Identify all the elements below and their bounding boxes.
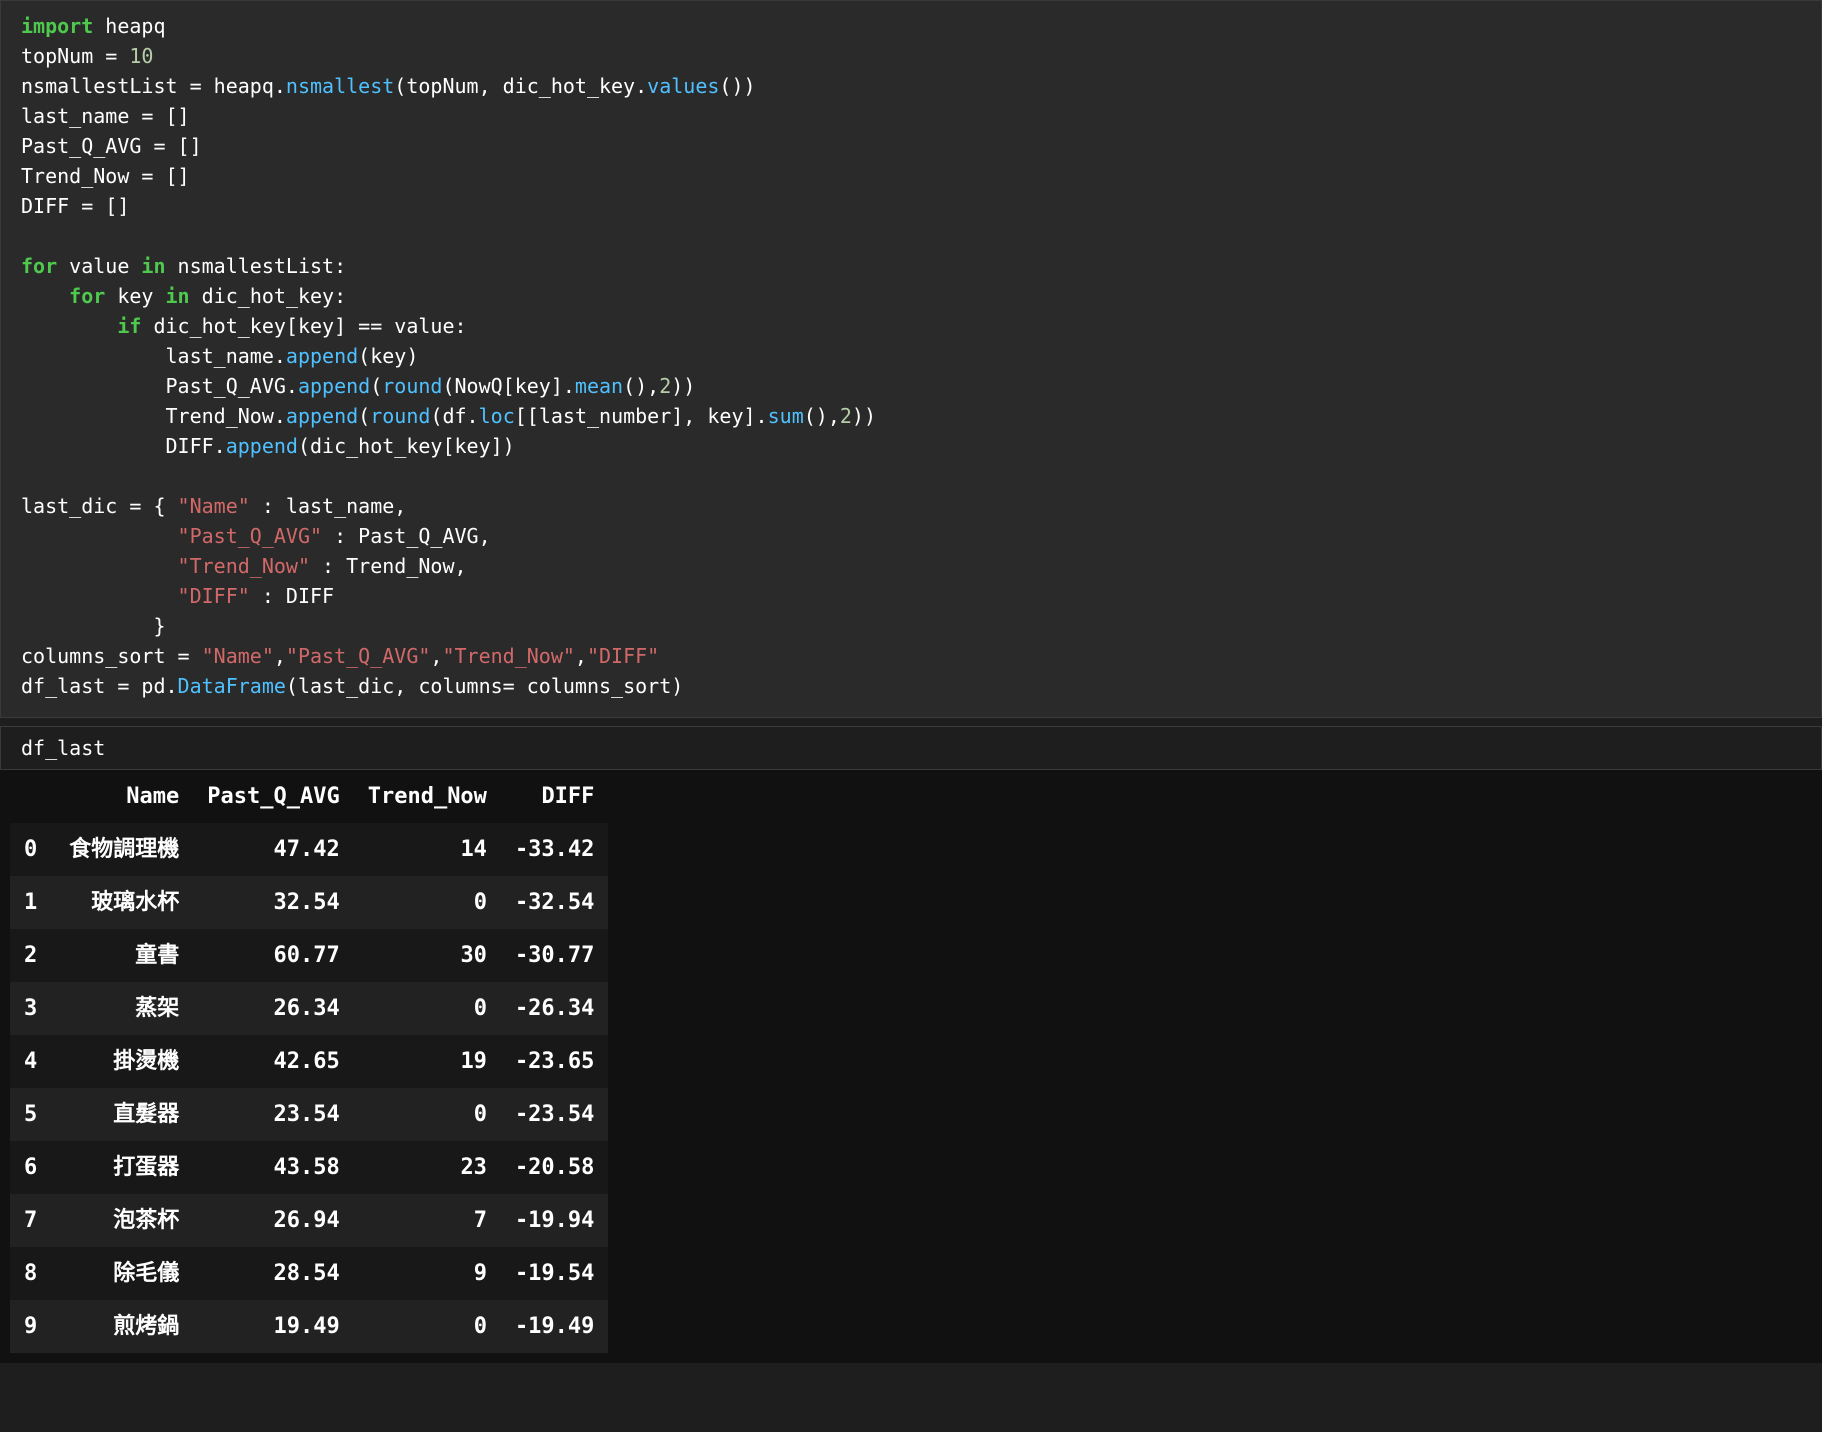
cell-pastqavg: 47.42	[193, 823, 353, 876]
cell-pastqavg: 26.94	[193, 1194, 353, 1247]
keyword-for: for	[21, 254, 57, 278]
cell-diff: -19.49	[501, 1300, 608, 1353]
cell-trendnow: 7	[354, 1194, 501, 1247]
table-row: 0食物調理機47.4214-33.42	[10, 823, 608, 876]
keyword-import: import	[21, 14, 93, 38]
cell-pastqavg: 43.58	[193, 1141, 353, 1194]
cell-pastqavg: 19.49	[193, 1300, 353, 1353]
table-header-row: Name Past_Q_AVG Trend_Now DIFF	[10, 770, 608, 823]
cell-name: 掛燙機	[55, 1035, 193, 1088]
cell-index: 3	[10, 982, 55, 1035]
cell-diff: -20.58	[501, 1141, 608, 1194]
cell-diff: -32.54	[501, 876, 608, 929]
cell-trendnow: 14	[354, 823, 501, 876]
cell-trendnow: 0	[354, 982, 501, 1035]
table-row: 2童書60.7730-30.77	[10, 929, 608, 982]
cell-index: 0	[10, 823, 55, 876]
cell-pastqavg: 23.54	[193, 1088, 353, 1141]
dataframe-table: Name Past_Q_AVG Trend_Now DIFF 0食物調理機47.…	[10, 770, 608, 1353]
table-row: 8除毛儀28.549-19.54	[10, 1247, 608, 1300]
cell-index: 8	[10, 1247, 55, 1300]
cell-name: 煎烤鍋	[55, 1300, 193, 1353]
cell-diff: -23.65	[501, 1035, 608, 1088]
col-header-trendnow: Trend_Now	[354, 770, 501, 823]
cell-diff: -30.77	[501, 929, 608, 982]
table-row: 4掛燙機42.6519-23.65	[10, 1035, 608, 1088]
cell-trendnow: 23	[354, 1141, 501, 1194]
cell-diff: -19.54	[501, 1247, 608, 1300]
cell-name: 泡茶杯	[55, 1194, 193, 1247]
cell-diff: -19.94	[501, 1194, 608, 1247]
code-block[interactable]: import heapq topNum = 10 nsmallestList =…	[21, 11, 1801, 701]
table-row: 5直髮器23.540-23.54	[10, 1088, 608, 1141]
cell-name: 打蛋器	[55, 1141, 193, 1194]
code-block-2[interactable]: df_last	[21, 733, 1801, 763]
table-row: 3蒸架26.340-26.34	[10, 982, 608, 1035]
table-row: 1玻璃水杯32.540-32.54	[10, 876, 608, 929]
table-row: 7泡茶杯26.947-19.94	[10, 1194, 608, 1247]
cell-name: 食物調理機	[55, 823, 193, 876]
cell-pastqavg: 60.77	[193, 929, 353, 982]
col-header-diff: DIFF	[501, 770, 608, 823]
output-dataframe: Name Past_Q_AVG Trend_Now DIFF 0食物調理機47.…	[0, 770, 1822, 1363]
keyword-if: if	[117, 314, 141, 338]
cell-pastqavg: 26.34	[193, 982, 353, 1035]
cell-index: 5	[10, 1088, 55, 1141]
cell-trendnow: 0	[354, 1088, 501, 1141]
cell-index: 1	[10, 876, 55, 929]
cell-index: 2	[10, 929, 55, 982]
cell-index: 7	[10, 1194, 55, 1247]
cell-name: 直髮器	[55, 1088, 193, 1141]
cell-diff: -23.54	[501, 1088, 608, 1141]
table-row: 9煎烤鍋19.490-19.49	[10, 1300, 608, 1353]
col-header-index	[10, 770, 55, 823]
cell-trendnow: 19	[354, 1035, 501, 1088]
cell-trendnow: 9	[354, 1247, 501, 1300]
cell-index: 4	[10, 1035, 55, 1088]
table-row: 6打蛋器43.5823-20.58	[10, 1141, 608, 1194]
cell-pastqavg: 32.54	[193, 876, 353, 929]
cell-name: 童書	[55, 929, 193, 982]
cell-trendnow: 30	[354, 929, 501, 982]
cell-index: 9	[10, 1300, 55, 1353]
col-header-pastqavg: Past_Q_AVG	[193, 770, 353, 823]
cell-diff: -26.34	[501, 982, 608, 1035]
code-cell-1[interactable]: import heapq topNum = 10 nsmallestList =…	[0, 0, 1822, 718]
cell-pastqavg: 42.65	[193, 1035, 353, 1088]
cell-trendnow: 0	[354, 1300, 501, 1353]
cell-pastqavg: 28.54	[193, 1247, 353, 1300]
cell-name: 除毛儀	[55, 1247, 193, 1300]
cell-diff: -33.42	[501, 823, 608, 876]
cell-trendnow: 0	[354, 876, 501, 929]
cell-name: 蒸架	[55, 982, 193, 1035]
cell-name: 玻璃水杯	[55, 876, 193, 929]
col-header-name: Name	[55, 770, 193, 823]
code-cell-2[interactable]: df_last	[0, 726, 1822, 770]
cell-index: 6	[10, 1141, 55, 1194]
